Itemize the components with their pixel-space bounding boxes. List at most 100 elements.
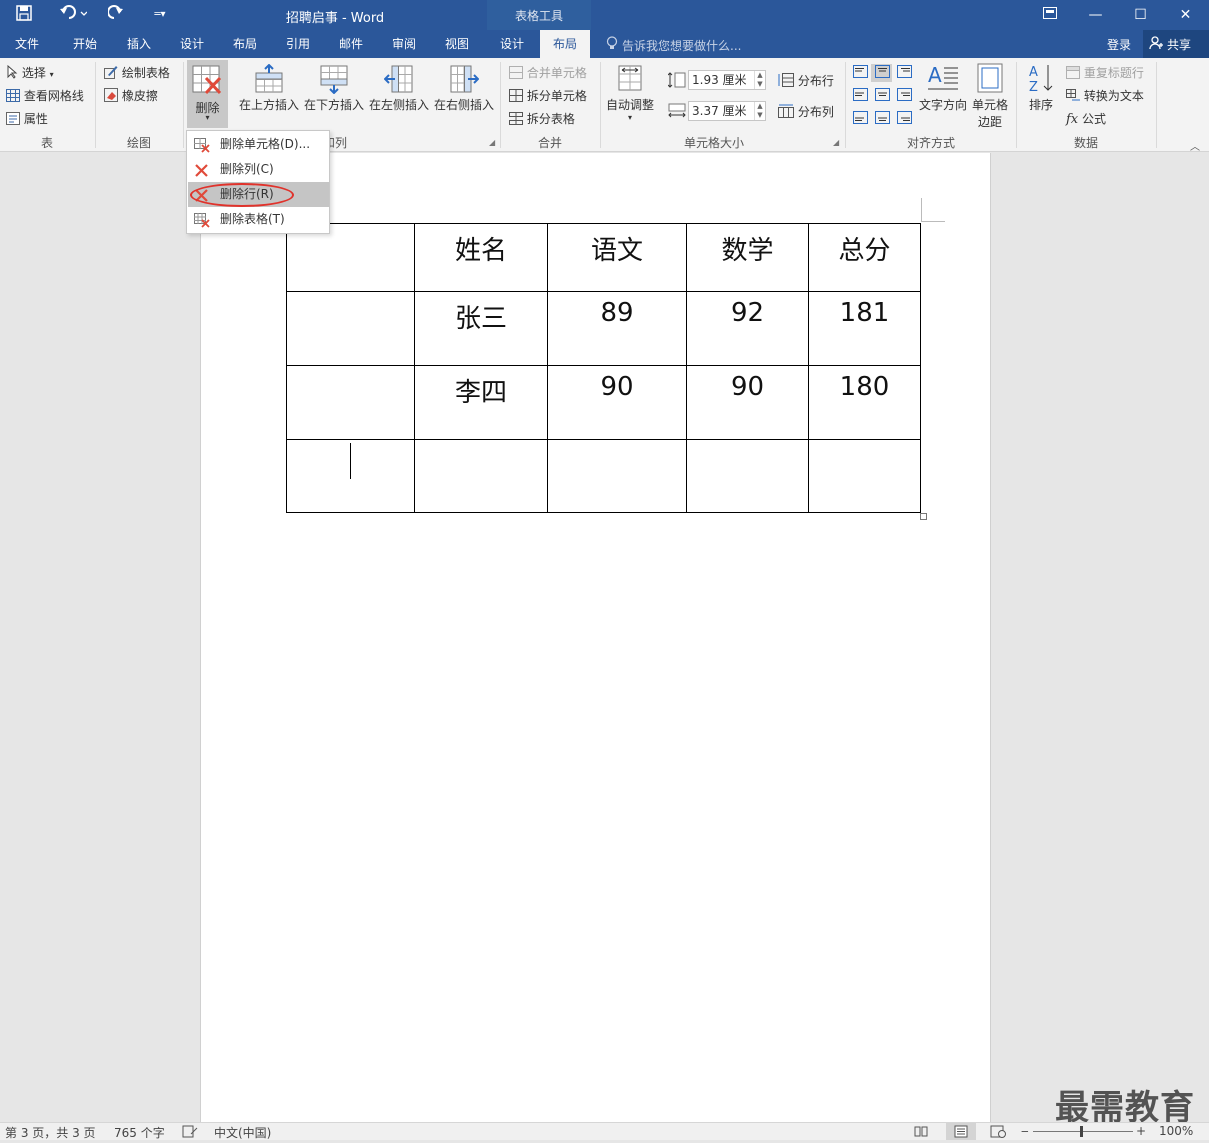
read-mode-icon[interactable]	[914, 1125, 928, 1140]
zoom-level[interactable]: 100%	[1159, 1124, 1193, 1138]
margin-mark	[921, 198, 922, 222]
table-resize-handle[interactable]	[920, 513, 927, 520]
properties-icon	[6, 111, 20, 128]
tell-me-input[interactable]: 告诉我您想要做什么...	[622, 37, 741, 54]
document-table[interactable]: 姓名 语文 数学 总分 张三 89 92 181 李四 90 90 180	[286, 223, 921, 513]
sort-label: 排序	[1028, 98, 1053, 112]
web-layout-icon[interactable]	[990, 1125, 1006, 1141]
cell-margins-label-1: 单元格	[971, 98, 1008, 112]
ribbon-display-icon[interactable]	[1027, 0, 1072, 30]
menu-item-delete-cells[interactable]: 删除单元格(D)...	[188, 132, 329, 157]
autofit-icon	[603, 64, 657, 96]
dialog-launcher-icon[interactable]: ◢	[833, 138, 839, 147]
zoom-slider[interactable]	[1033, 1131, 1133, 1132]
zoom-out-button[interactable]: ‒	[1021, 1124, 1029, 1138]
tab-table-layout[interactable]: 布局	[540, 30, 590, 58]
column-width-input[interactable]: 3.37 厘米 ▲ ▼	[688, 101, 766, 121]
proofing-icon[interactable]	[182, 1125, 198, 1141]
merge-cells-button[interactable]: 合并单元格	[509, 64, 587, 82]
table-cell[interactable]: 181	[808, 291, 921, 366]
table-cell[interactable]	[547, 439, 687, 513]
redo-icon[interactable]	[106, 5, 126, 25]
tab-home[interactable]: 开始	[58, 30, 112, 58]
menu-item-delete-table[interactable]: 删除表格(T)	[188, 207, 329, 232]
tab-design[interactable]: 设计	[165, 30, 219, 58]
table-cell[interactable]: 张三	[414, 291, 548, 366]
table-cell[interactable]: 姓名	[414, 223, 548, 292]
select-button[interactable]: 选择 ▾	[6, 64, 54, 82]
table-cell[interactable]	[286, 365, 415, 440]
cell-margins-label-2: 边距	[977, 115, 1002, 129]
delete-table-icon	[192, 65, 222, 98]
text-direction-button[interactable]: A 文字方向	[917, 62, 969, 113]
tab-references[interactable]: 引用	[271, 30, 325, 58]
dialog-launcher-icon[interactable]: ◢	[489, 138, 495, 147]
table-cell[interactable]: 李四	[414, 365, 548, 440]
group-label-data: 数据	[1073, 136, 1098, 150]
draw-table-button[interactable]: 绘制表格	[104, 64, 170, 82]
table-cell[interactable]: 数学	[686, 223, 809, 292]
zoom-slider-thumb[interactable]	[1080, 1126, 1083, 1137]
table-cell[interactable]: 语文	[547, 223, 687, 292]
group-label-alignment: 对齐方式	[906, 136, 955, 150]
table-cell[interactable]: 180	[808, 365, 921, 440]
insert-right-button[interactable]: 在右侧插入	[432, 64, 496, 113]
spinner-arrows[interactable]: ▲ ▼	[754, 71, 765, 89]
table-cell[interactable]: 总分	[808, 223, 921, 292]
table-cell[interactable]: 92	[686, 291, 809, 366]
eraser-button[interactable]: 橡皮擦	[104, 87, 158, 105]
print-layout-icon[interactable]	[946, 1123, 976, 1140]
convert-text-icon	[1066, 88, 1080, 105]
sort-button[interactable]: AZ 排序	[1022, 62, 1060, 113]
tab-insert[interactable]: 插入	[112, 30, 166, 58]
table-cell[interactable]	[808, 439, 921, 513]
zoom-in-button[interactable]: +	[1136, 1124, 1146, 1138]
table-cell[interactable]: 90	[547, 365, 687, 440]
tab-layout[interactable]: 布局	[218, 30, 272, 58]
properties-button[interactable]: 属性	[6, 110, 48, 128]
undo-icon[interactable]	[58, 5, 88, 25]
tab-review[interactable]: 审阅	[377, 30, 431, 58]
tab-file[interactable]: 文件	[0, 30, 54, 58]
tab-table-design[interactable]: 设计	[487, 30, 537, 58]
collapse-ribbon-icon[interactable]: ︿	[1190, 138, 1200, 153]
cell-margins-button[interactable]: 单元格 边距	[969, 62, 1011, 130]
repeat-header-rows-button[interactable]: 重复标题行	[1066, 64, 1144, 82]
table-cell[interactable]	[286, 291, 415, 366]
group-label-merge: 合并	[537, 136, 562, 150]
distribute-rows-button[interactable]: 分布行	[778, 72, 834, 90]
insert-below-icon	[302, 64, 366, 96]
table-cell[interactable]: 90	[686, 365, 809, 440]
table-cell[interactable]: 89	[547, 291, 687, 366]
split-table-button[interactable]: 拆分表格	[509, 110, 575, 128]
distribute-columns-button[interactable]: 分布列	[778, 103, 834, 121]
cell-margins-icon	[969, 62, 1011, 96]
tab-view[interactable]: 视图	[430, 30, 484, 58]
language[interactable]: 中文(中国)	[214, 1124, 271, 1141]
table-cell[interactable]	[414, 439, 548, 513]
insert-right-icon	[432, 64, 496, 96]
delete-button[interactable]: 删除 ▾	[187, 60, 228, 128]
save-icon[interactable]	[14, 5, 34, 25]
view-gridlines-button[interactable]: 查看网格线	[6, 87, 84, 105]
spinner-arrows[interactable]: ▲ ▼	[754, 102, 765, 120]
insert-left-button[interactable]: 在左侧插入	[367, 64, 431, 113]
split-cells-button[interactable]: 拆分单元格	[509, 87, 587, 105]
formula-button[interactable]: fx 公式	[1066, 110, 1106, 127]
login-link[interactable]: 登录	[1107, 36, 1131, 53]
close-button[interactable]: ✕	[1163, 0, 1208, 30]
tab-mailings[interactable]: 邮件	[324, 30, 378, 58]
autofit-button[interactable]: 自动调整 ▾	[603, 64, 657, 122]
share-button[interactable]: 共享	[1143, 30, 1209, 58]
row-height-input[interactable]: 1.93 厘米 ▲ ▼	[688, 70, 766, 90]
word-count[interactable]: 765 个字	[114, 1124, 165, 1141]
customize-icon[interactable]: ═▾	[150, 5, 170, 25]
page-count[interactable]: 第 3 页，共 3 页	[5, 1124, 96, 1141]
insert-below-button[interactable]: 在下方插入	[302, 64, 366, 113]
insert-above-button[interactable]: 在上方插入	[236, 63, 302, 113]
table-cell[interactable]	[686, 439, 809, 513]
menu-item-delete-columns[interactable]: 删除列(C)	[188, 157, 329, 182]
minimize-button[interactable]: —	[1073, 0, 1118, 30]
maximize-button[interactable]: ☐	[1118, 0, 1163, 30]
convert-to-text-button[interactable]: 转换为文本	[1066, 87, 1144, 105]
